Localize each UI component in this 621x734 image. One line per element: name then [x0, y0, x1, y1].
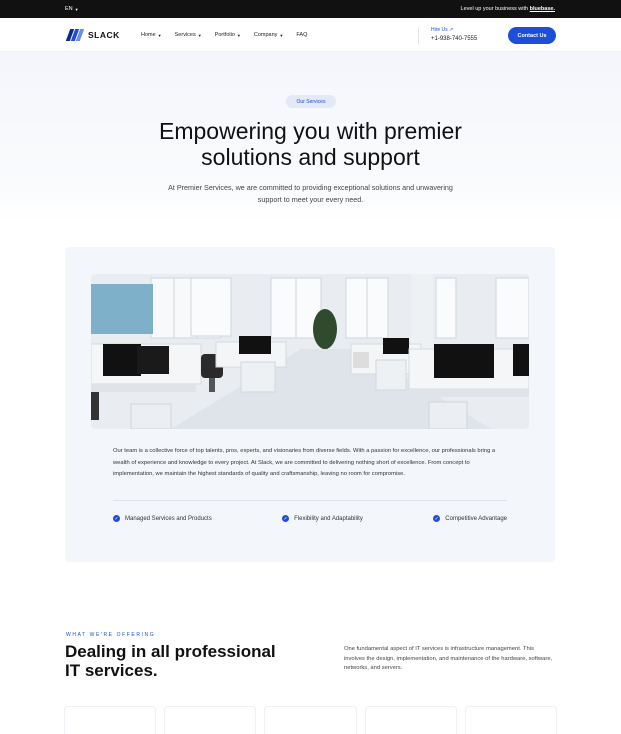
- service-card-row: [64, 706, 558, 734]
- hire-us-link[interactable]: Hire Us ↗: [431, 27, 477, 33]
- phone-number[interactable]: +1-938-740-7555: [431, 36, 477, 42]
- announcement-text: Level up your business with bluebase.: [461, 6, 555, 12]
- check-circle-icon: ✓: [433, 515, 441, 522]
- language-label: EN: [65, 6, 73, 12]
- about-card: Our team is a collective force of top ta…: [65, 247, 555, 562]
- main-nav: Home ▼ Services ▼ Portfolio ▼ Company ▼ FAQ: [141, 32, 307, 38]
- title-line-1: Empowering you with premier: [159, 118, 462, 144]
- section-title-line-2: IT services.: [65, 661, 158, 680]
- nav-item-company[interactable]: Company ▼: [254, 32, 284, 38]
- feature-label: Flexibility and Adaptability: [294, 515, 363, 522]
- brand-name: SLACK: [88, 30, 120, 40]
- nav-label: Services: [174, 32, 196, 38]
- divider: [113, 500, 507, 501]
- feature-list: ✓ Managed Services and Products ✓ Flexib…: [113, 515, 507, 522]
- service-card[interactable]: [364, 706, 457, 734]
- service-card[interactable]: [264, 706, 357, 734]
- contact-us-button[interactable]: Contact Us: [508, 27, 556, 44]
- chevron-down-icon: ▼: [197, 32, 202, 38]
- section-title-line-1: Dealing in all professional: [65, 642, 276, 661]
- section-title: Dealing in all professional IT services.: [65, 642, 325, 680]
- service-card[interactable]: [64, 706, 157, 734]
- site-header: SLACK Home ▼ Services ▼ Portfolio ▼ Company…: [0, 18, 621, 52]
- hire-us-block[interactable]: Hire Us ↗ +1-938-740-7555: [418, 27, 477, 44]
- section-badge: Our Services: [286, 95, 336, 108]
- feature-label: Competitive Advantage: [445, 515, 507, 522]
- check-circle-icon: ✓: [282, 515, 290, 522]
- nav-label: Company: [253, 32, 278, 38]
- announcement-prefix: Level up your business with: [460, 6, 529, 12]
- service-card[interactable]: [164, 706, 257, 734]
- nav-item-portfolio[interactable]: Portfolio ▼: [215, 32, 241, 38]
- section-description: One fundamental aspect of IT services is…: [344, 646, 553, 671]
- office-photo: [91, 274, 529, 429]
- chevron-down-icon: ▼: [157, 32, 162, 38]
- nav-item-faq[interactable]: FAQ: [296, 32, 307, 38]
- feature-item: ✓ Competitive Advantage: [433, 515, 507, 522]
- feature-item: ✓ Flexibility and Adaptability: [282, 515, 363, 522]
- announcement-link[interactable]: bluebase.: [530, 6, 555, 12]
- announcement-bar: EN ▼ Level up your business with bluebas…: [0, 0, 621, 18]
- logo-mark-icon: [65, 29, 85, 41]
- nav-item-home[interactable]: Home ▼: [141, 32, 162, 38]
- hero-section: Our Services Empowering you with premier…: [0, 52, 621, 222]
- chevron-down-icon: ▼: [236, 32, 241, 38]
- brand-logo[interactable]: SLACK: [65, 29, 120, 41]
- feature-label: Managed Services and Products: [125, 515, 212, 522]
- nav-label: Portfolio: [214, 32, 235, 38]
- about-description: Our team is a collective force of top ta…: [113, 448, 496, 477]
- nav-label: FAQ: [296, 32, 308, 38]
- nav-label: Home: [141, 32, 156, 38]
- language-selector[interactable]: EN ▼: [65, 6, 79, 12]
- chevron-down-icon: ▼: [74, 6, 79, 12]
- title-line-2: solutions and support: [201, 144, 420, 170]
- section-eyebrow: WHAT WE'RE OFFERING: [66, 632, 156, 638]
- chevron-down-icon: ▼: [279, 32, 284, 38]
- page-title: Empowering you with premier solutions an…: [100, 118, 521, 170]
- feature-item: ✓ Managed Services and Products: [113, 515, 212, 522]
- nav-item-services[interactable]: Services ▼: [175, 32, 202, 38]
- check-circle-icon: ✓: [113, 515, 120, 522]
- hero-subtitle: At Premier Services, we are committed to…: [168, 183, 453, 204]
- office-illustration: [91, 274, 529, 429]
- service-card[interactable]: [464, 706, 558, 734]
